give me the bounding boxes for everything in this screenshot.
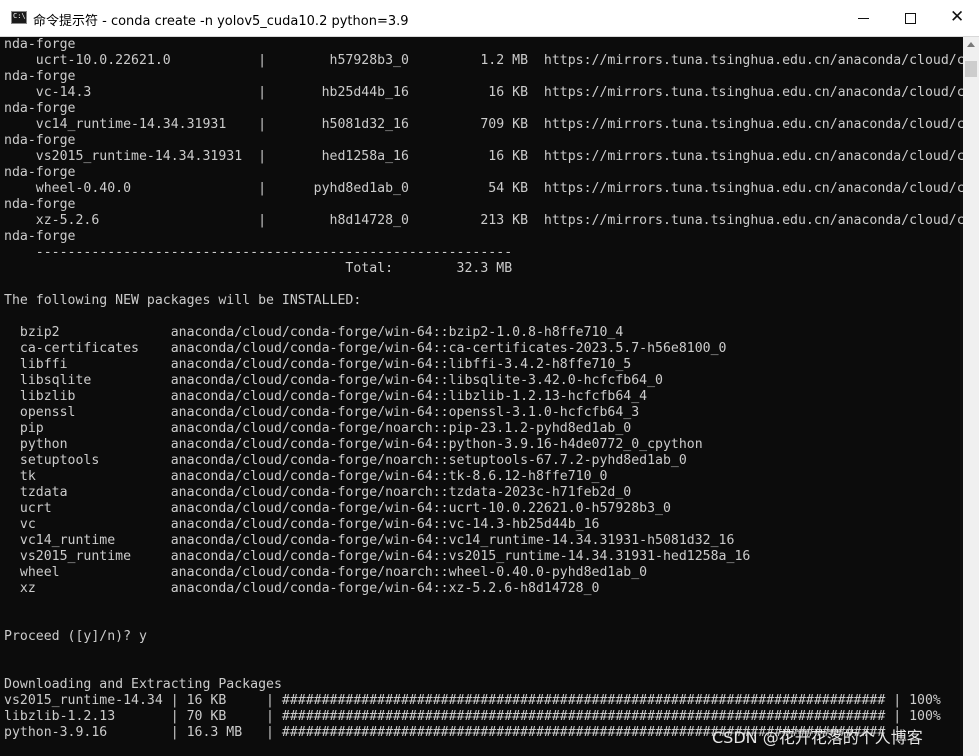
terminal-line: nda-forge: [4, 165, 76, 180]
terminal-line: wheel-0.40.0 | pyhd8ed1ab_0 54 KB https:…: [4, 181, 963, 196]
terminal-line: libzlib anaconda/cloud/conda-forge/win-6…: [4, 389, 648, 404]
maximize-button[interactable]: [887, 0, 933, 36]
terminal-line: tzdata anaconda/cloud/conda-forge/noarch…: [4, 485, 632, 500]
terminal-line: tk anaconda/cloud/conda-forge/win-64::tk…: [4, 469, 608, 484]
title-bar[interactable]: C:\ 命令提示符 - conda create -n yolov5_cuda1…: [0, 0, 979, 37]
terminal-line: ca-certificates anaconda/cloud/conda-for…: [4, 341, 727, 356]
vertical-scrollbar[interactable]: [963, 37, 979, 756]
close-button[interactable]: ✕: [933, 0, 979, 36]
terminal-text: nda-forge ucrt-10.0.22621.0 | h57928b3_0…: [4, 37, 963, 741]
terminal-line: nda-forge: [4, 229, 76, 244]
terminal-line: xz-5.2.6 | h8d14728_0 213 KB https://mir…: [4, 213, 963, 228]
terminal-output[interactable]: nda-forge ucrt-10.0.22621.0 | h57928b3_0…: [0, 37, 963, 756]
terminal-line: nda-forge: [4, 69, 76, 84]
cmd-app-icon-label: C:\: [13, 12, 26, 20]
terminal-line: vc14_runtime-14.34.31931 | h5081d32_16 7…: [4, 117, 963, 132]
terminal-line: pip anaconda/cloud/conda-forge/noarch::p…: [4, 421, 632, 436]
terminal-line: openssl anaconda/cloud/conda-forge/win-6…: [4, 405, 640, 420]
terminal-line: Downloading and Extracting Packages: [4, 677, 282, 692]
terminal-line: nda-forge: [4, 133, 76, 148]
maximize-icon: [905, 13, 916, 24]
terminal-line: libffi anaconda/cloud/conda-forge/win-64…: [4, 357, 632, 372]
terminal-line: vc anaconda/cloud/conda-forge/win-64::vc…: [4, 517, 600, 532]
terminal-line: nda-forge: [4, 37, 76, 52]
terminal-line: nda-forge: [4, 101, 76, 116]
terminal-line: setuptools anaconda/cloud/conda-forge/no…: [4, 453, 687, 468]
terminal-line: vs2015_runtime-14.34 | 16 KB | #########…: [4, 693, 941, 708]
terminal-line: ucrt anaconda/cloud/conda-forge/win-64::…: [4, 501, 671, 516]
terminal-line: ucrt-10.0.22621.0 | h57928b3_0 1.2 MB ht…: [4, 53, 963, 68]
terminal-line: libsqlite anaconda/cloud/conda-forge/win…: [4, 373, 663, 388]
terminal-line: libzlib-1.2.13 | 70 KB | ###############…: [4, 709, 941, 724]
terminal-line: Proceed ([y]/n)? y: [4, 629, 147, 644]
terminal-line: xz anaconda/cloud/conda-forge/win-64::xz…: [4, 581, 600, 596]
terminal-line: bzip2 anaconda/cloud/conda-forge/win-64:…: [4, 325, 624, 340]
minimize-button[interactable]: [841, 0, 887, 36]
scrollbar-thumb[interactable]: [965, 61, 977, 77]
window-title: 命令提示符 - conda create -n yolov5_cuda10.2 …: [33, 14, 409, 29]
terminal-line: wheel anaconda/cloud/conda-forge/noarch:…: [4, 565, 648, 580]
terminal-line: vs2015_runtime-14.34.31931 | hed1258a_16…: [4, 149, 963, 164]
terminal-line: nda-forge: [4, 197, 76, 212]
close-icon: ✕: [950, 7, 965, 27]
terminal-line: ----------------------------------------…: [4, 245, 513, 260]
terminal-line: vs2015_runtime anaconda/cloud/conda-forg…: [4, 549, 751, 564]
terminal-line: The following NEW packages will be INSTA…: [4, 293, 362, 308]
scroll-up-arrow-icon[interactable]: [967, 42, 975, 47]
terminal-line: vc14_runtime anaconda/cloud/conda-forge/…: [4, 533, 735, 548]
watermark: CSDN @花开花落的个人博客: [712, 728, 923, 747]
terminal-line: Total: 32.3 MB: [4, 261, 513, 276]
command-prompt-window: C:\ 命令提示符 - conda create -n yolov5_cuda1…: [0, 0, 979, 756]
minimize-icon: [858, 18, 869, 19]
cmd-app-icon[interactable]: C:\: [11, 11, 27, 24]
terminal-line: vc-14.3 | hb25d44b_16 16 KB https://mirr…: [4, 85, 963, 100]
terminal-line: python anaconda/cloud/conda-forge/win-64…: [4, 437, 703, 452]
